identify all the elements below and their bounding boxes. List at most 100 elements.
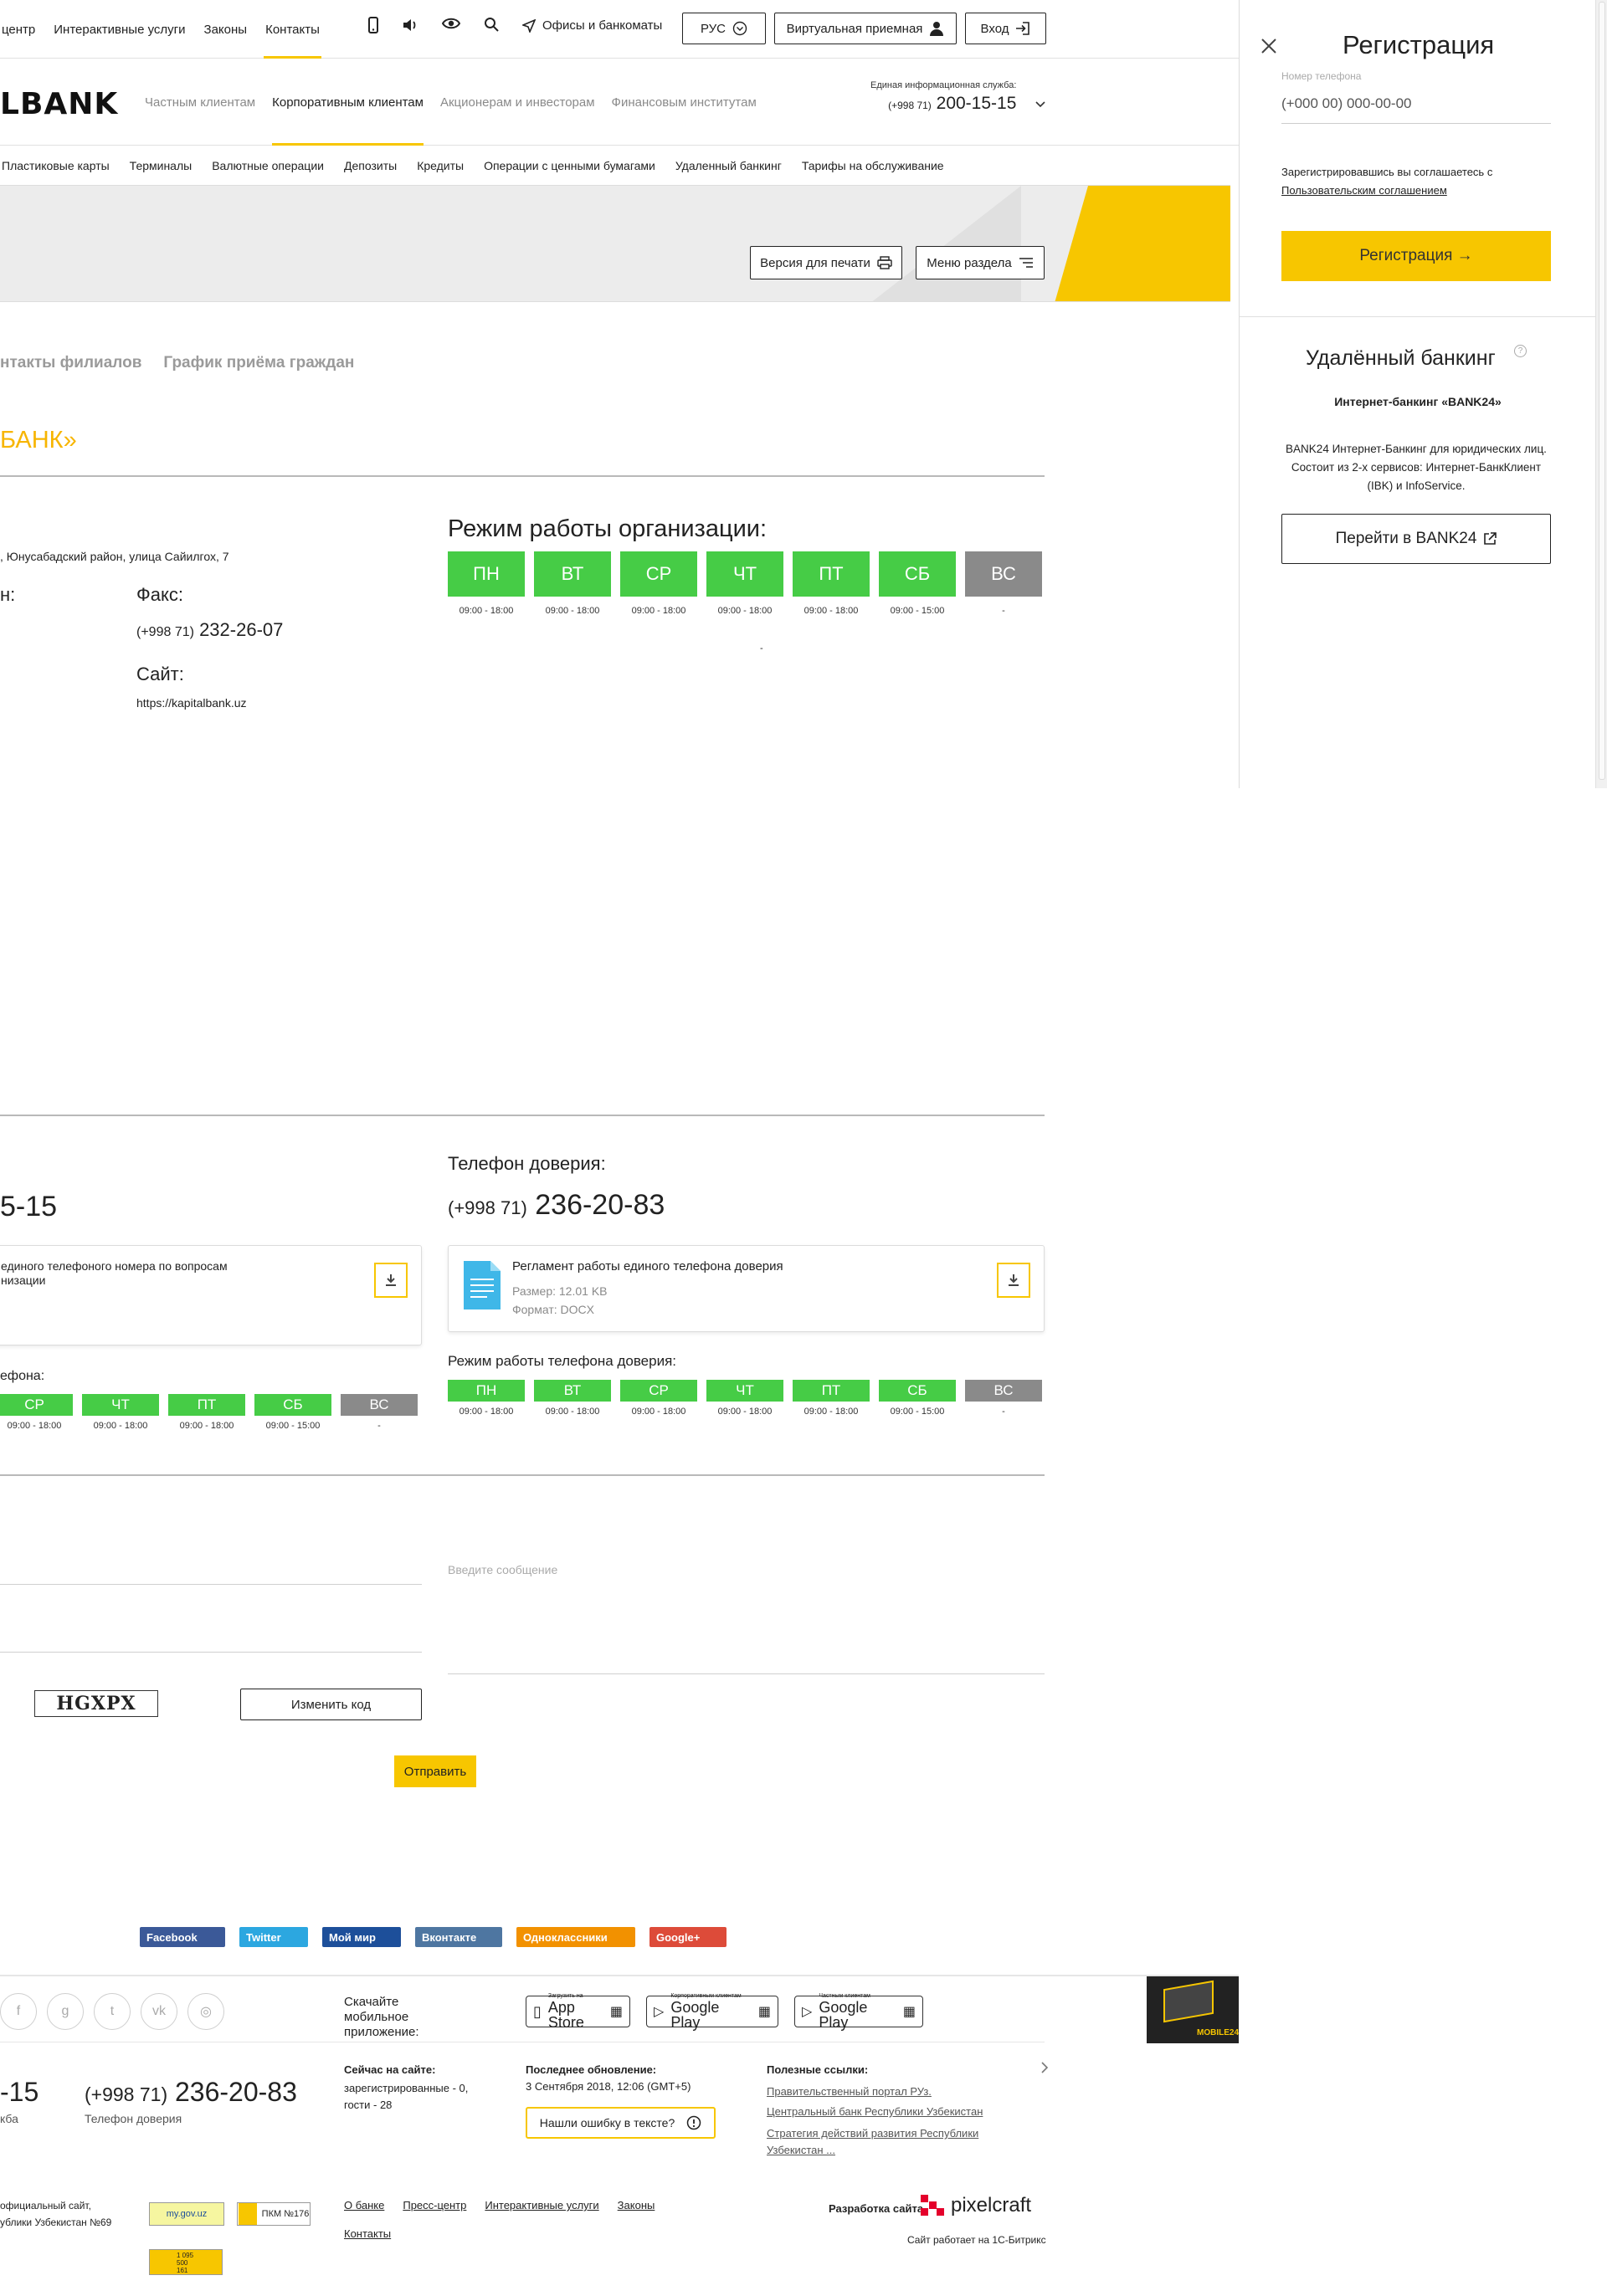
printer-icon	[877, 256, 892, 269]
register-button[interactable]: Регистрация →	[1281, 231, 1551, 281]
footer-link-about[interactable]: О банке	[344, 2199, 384, 2211]
share-facebook[interactable]: Facebook	[140, 1927, 225, 1947]
report-error-button[interactable]: Нашли ошибку в тексте?	[526, 2107, 716, 2139]
helpline[interactable]: Единая информационная служба: (+998 71) …	[870, 80, 1016, 114]
virtual-reception-button[interactable]: Виртуальная приемная	[774, 13, 957, 44]
section-menu-button[interactable]: Меню раздела	[916, 246, 1045, 279]
trust-doc-title[interactable]: Регламент работы единого телефона довери…	[512, 1259, 783, 1274]
useful-link-gov[interactable]: Правительственный портал РУз.	[767, 2085, 932, 2098]
subnav-currency[interactable]: Валютные операции	[212, 159, 324, 172]
tab-branch-contacts[interactable]: нтакты филиалов	[0, 354, 141, 372]
single-doc-title[interactable]: единого телефоного номера по вопросам низ…	[1, 1259, 228, 1288]
top-link-center[interactable]: центр	[0, 0, 37, 59]
twitter-icon[interactable]: t	[94, 1993, 131, 2030]
subnav-remote[interactable]: Удаленный банкинг	[675, 159, 782, 172]
trust-doc-card: Регламент работы единого телефона довери…	[448, 1245, 1045, 1332]
footer-trust-label: Телефон доверия	[85, 2112, 182, 2125]
search-icon[interactable]	[484, 17, 499, 38]
logo[interactable]: LBANK	[0, 87, 118, 121]
chevron-down-icon[interactable]	[1035, 101, 1045, 108]
google-play-private-button[interactable]: ▷ Частным клиентам Google Play ▦	[794, 1993, 923, 2031]
print-label: Версия для печати	[760, 255, 870, 270]
help-icon[interactable]: ?	[1514, 345, 1527, 357]
phone-field-label: Номер телефона	[1281, 70, 1362, 82]
app-store-button[interactable]: ▯ Загрузить на App Store ▦	[526, 1993, 630, 2030]
download-button[interactable]	[374, 1263, 408, 1298]
nav-financial[interactable]: Финансовым институтам	[612, 59, 757, 146]
download-icon	[1009, 1274, 1019, 1286]
mobile-icon[interactable]	[368, 17, 378, 38]
user-agreement-link[interactable]: Пользовательским соглашением	[1281, 184, 1447, 197]
useful-link-strategy[interactable]: Стратегия действий развития Республики У…	[767, 2125, 984, 2159]
share-googleplus[interactable]: Google+	[649, 1927, 726, 1947]
offices-link[interactable]: Офисы и банкоматы	[522, 18, 662, 33]
fax-label: Факс:	[136, 584, 183, 605]
download-button[interactable]	[997, 1263, 1030, 1298]
schedule-day: СР 09:00 - 18:00	[620, 1380, 697, 1417]
subnav-tariffs[interactable]: Тарифы на обслуживание	[802, 159, 944, 172]
schedule-day: ПТ 09:00 - 18:00	[168, 1394, 245, 1431]
pkm-badge[interactable]: ПКМ №176	[237, 2202, 311, 2226]
change-code-button[interactable]: Изменить код	[240, 1689, 422, 1720]
site-link[interactable]: https://kapitalbank.uz	[136, 696, 247, 710]
mobile24-screens	[1163, 1980, 1214, 2023]
store-label: Частным клиентам Google Play	[819, 1993, 870, 2031]
share-twitter[interactable]: Twitter	[239, 1927, 308, 1947]
subnav-terminals[interactable]: Терминалы	[130, 159, 193, 172]
dev-brand[interactable]: pixelcraft	[921, 2194, 1031, 2217]
chevron-down-circle-icon	[732, 21, 747, 36]
scrollbar-thumb[interactable]	[1599, 2, 1605, 780]
panel-scrollbar[interactable]	[1595, 0, 1607, 788]
sub-nav: Пластиковые карты Терминалы Валютные опе…	[0, 146, 1239, 185]
tab-reception-schedule[interactable]: График приёма граждан	[163, 354, 354, 372]
banner-accent	[1055, 186, 1230, 301]
captcha-image: HGXPX	[34, 1690, 158, 1717]
nav-corporate[interactable]: Корпоративным клиентам	[272, 59, 424, 146]
play-icon: ▷	[802, 2005, 813, 2019]
instagram-icon[interactable]: ◎	[187, 1993, 224, 2030]
top-link-interactive[interactable]: Интерактивные услуги	[52, 0, 187, 59]
message-input[interactable]: Введите сообщение	[448, 1563, 557, 1576]
chevron-right-icon[interactable]	[1041, 2062, 1048, 2073]
eye-icon[interactable]	[441, 17, 461, 38]
footer-link-contacts[interactable]: Контакты	[344, 2227, 391, 2240]
top-link-contacts[interactable]: Контакты	[264, 0, 321, 59]
footer-link-interactive[interactable]: Интерактивные услуги	[485, 2199, 598, 2211]
trust-label: Телефон доверия:	[448, 1153, 606, 1174]
vk-icon[interactable]: vk	[141, 1993, 177, 2030]
useful-link-cbu[interactable]: Центральный банк Республики Узбекистан	[767, 2105, 983, 2118]
nav-shareholders[interactable]: Акционерам и инвесторам	[440, 59, 595, 146]
email-field[interactable]	[0, 1652, 422, 1653]
nav-private[interactable]: Частным клиентам	[145, 59, 255, 146]
schedule-day: СБ 09:00 - 15:00	[879, 1380, 956, 1417]
print-version-button[interactable]: Версия для печати	[750, 246, 902, 279]
name-field[interactable]	[0, 1584, 422, 1585]
share-moimir[interactable]: Мой мир	[322, 1927, 401, 1947]
counter-value: 1 095	[177, 2252, 194, 2259]
login-label: Вход	[980, 21, 1009, 36]
google-play-corporate-button[interactable]: ▷ Корпоративным клиентам Google Play ▦	[646, 1993, 778, 2031]
subnav-credits[interactable]: Кредиты	[417, 159, 464, 172]
phone-input[interactable]: (+000 00) 000-00-00	[1281, 95, 1551, 124]
facebook-icon[interactable]: f	[0, 1993, 37, 2030]
subnav-securities[interactable]: Операции с ценными бумагами	[484, 159, 655, 172]
go-to-bank24-button[interactable]: Перейти в BANK24	[1281, 514, 1551, 564]
google-icon[interactable]: g	[47, 1993, 84, 2030]
store-label: Корпоративным клиентам Google Play	[670, 1993, 742, 2031]
share-odnoklassniki[interactable]: Одноклассники	[516, 1927, 635, 1947]
footer-link-laws[interactable]: Законы	[618, 2199, 655, 2211]
subnav-cards[interactable]: Пластиковые карты	[2, 159, 110, 172]
footer-number-1-label: кба	[0, 2112, 18, 2125]
subnav-deposits[interactable]: Депозиты	[344, 159, 397, 172]
login-button[interactable]: Вход	[965, 13, 1046, 44]
submit-button[interactable]: Отправить	[394, 1755, 476, 1787]
language-select[interactable]: РУС	[682, 13, 766, 44]
share-vkontakte[interactable]: Вконтакте	[415, 1927, 502, 1947]
sound-icon[interactable]	[402, 17, 418, 38]
top-link-laws[interactable]: Законы	[203, 0, 249, 59]
gov-badge[interactable]: my.gov.uz	[149, 2202, 224, 2226]
close-icon[interactable]	[1260, 38, 1277, 54]
mobile24-promo[interactable]: MOBILE24	[1147, 1976, 1239, 2043]
play-icon: ▷	[654, 2005, 665, 2019]
footer-link-press[interactable]: Пресс-центр	[403, 2199, 466, 2211]
